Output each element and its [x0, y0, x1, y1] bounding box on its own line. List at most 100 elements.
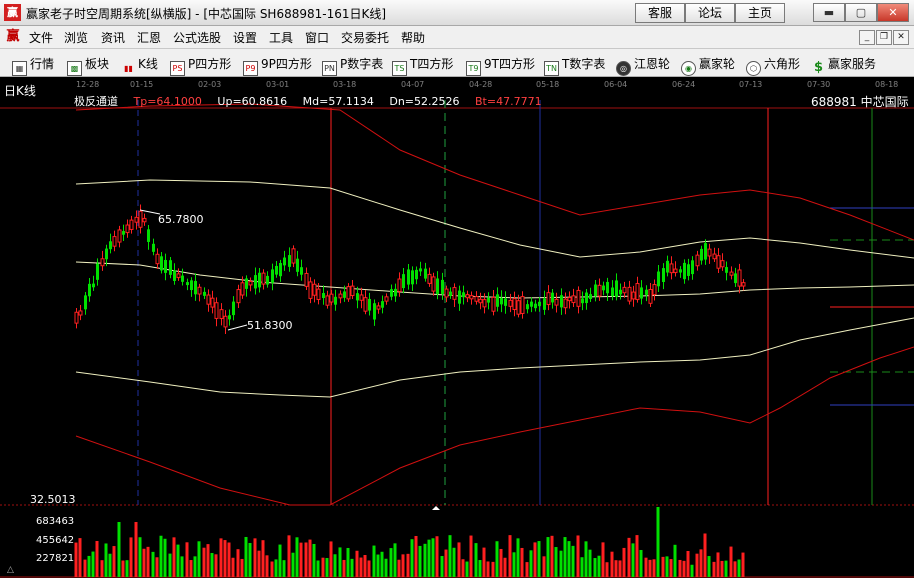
volume-bar: [142, 548, 146, 577]
date-tick: 06-04: [604, 80, 628, 89]
menu-browse[interactable]: 浏览: [64, 29, 88, 46]
candle-body: [520, 296, 525, 314]
menu-help[interactable]: 帮助: [401, 29, 425, 46]
tool-p-square-label: P四方形: [188, 57, 232, 71]
volume-bar: [478, 560, 482, 577]
candle-body: [181, 275, 184, 282]
scroll-up-icon[interactable]: △: [7, 565, 14, 575]
candle-body: [444, 288, 449, 298]
volume-bar: [206, 544, 210, 577]
candle-body: [737, 269, 742, 287]
mdi-minimize-icon[interactable]: _: [859, 30, 875, 45]
candle-body: [291, 248, 296, 264]
volume-bar: [231, 557, 235, 577]
volume-bar: [712, 561, 716, 577]
volume-bar: [185, 542, 189, 577]
candle-icon: ▮▮: [124, 64, 133, 73]
volume-bar: [384, 558, 388, 577]
tool-9t-square[interactable]: T9 9T四方形: [466, 55, 535, 76]
app-menu-icon[interactable]: 赢: [4, 28, 22, 46]
tool-t-number-table[interactable]: TN T数字表: [544, 55, 605, 76]
tool-p-number-table[interactable]: PN P数字表: [322, 55, 383, 76]
volume-bar: [321, 557, 325, 577]
winner-wheel-icon: ◉: [681, 61, 696, 76]
volume-bar: [444, 549, 448, 577]
candle-body: [606, 281, 609, 294]
candle-body: [88, 283, 91, 297]
candle-body: [500, 297, 503, 305]
candle-body: [152, 243, 155, 252]
menu-trade[interactable]: 交易委托: [341, 29, 389, 46]
tool-quotes[interactable]: ▦ 行情: [12, 55, 54, 76]
volume-bar: [214, 554, 218, 577]
candle-body: [356, 293, 359, 301]
candle-body: [407, 269, 410, 285]
candle-body: [602, 285, 605, 291]
tool-9p-square[interactable]: P9 9P四方形: [243, 55, 312, 76]
candle-body: [384, 296, 389, 302]
volume-bar: [418, 545, 422, 577]
forum-button[interactable]: 论坛: [685, 3, 735, 23]
candle-body: [160, 256, 163, 271]
volume-bar: [104, 543, 108, 577]
tool-kline[interactable]: ▮▮ K线: [122, 55, 158, 75]
date-tick: 07-30: [807, 80, 831, 89]
candle-body: [203, 291, 206, 296]
candle-body: [673, 268, 678, 274]
tn-icon: TN: [544, 61, 559, 76]
candle-body: [112, 236, 117, 247]
candle-body: [122, 231, 125, 235]
tool-gann-wheel[interactable]: ◎ 江恩轮: [616, 55, 670, 76]
volume-bar: [380, 551, 384, 577]
candle-body: [223, 315, 228, 328]
close-icon[interactable]: ✕: [877, 3, 909, 22]
menu-file[interactable]: 文件: [29, 29, 53, 46]
kline-chart[interactable]: [0, 77, 914, 578]
volume-bar: [461, 559, 465, 577]
tool-hexagon[interactable]: ⬡ 六角形: [746, 55, 800, 76]
tool-t-square[interactable]: TS T四方形: [392, 55, 453, 76]
minimize-icon[interactable]: ▬: [813, 3, 845, 22]
candle-body: [173, 270, 176, 281]
candle-body: [261, 272, 266, 285]
candle-body: [622, 286, 627, 294]
customer-service-button[interactable]: 客服: [635, 3, 685, 23]
volume-bar: [397, 559, 401, 577]
tool-winner-service[interactable]: $ 赢家服务: [812, 55, 876, 74]
volume-bar: [605, 562, 609, 577]
menu-huien[interactable]: 汇恩: [137, 29, 161, 46]
volume-bar: [87, 555, 91, 577]
menu-news[interactable]: 资讯: [101, 29, 125, 46]
candle-body: [611, 287, 614, 297]
volume-bar: [533, 542, 537, 577]
volume-bar: [138, 537, 142, 577]
volume-bar: [452, 547, 456, 577]
tool-winner-wheel[interactable]: ◉ 赢家轮: [681, 55, 735, 76]
volume-bars: [74, 507, 745, 577]
menu-tools[interactable]: 工具: [269, 29, 293, 46]
candle-body: [576, 289, 581, 307]
candle-body: [452, 287, 457, 300]
homepage-button[interactable]: 主页: [735, 3, 785, 23]
volume-bar: [563, 537, 567, 577]
candle-body: [411, 270, 414, 285]
candle-body: [627, 286, 632, 302]
app-icon: 赢: [4, 4, 21, 21]
candle-body: [248, 280, 253, 286]
volume-bar: [550, 535, 554, 577]
candle-body: [567, 297, 572, 302]
mdi-close-icon[interactable]: ✕: [893, 30, 909, 45]
volume-bar: [329, 541, 333, 577]
candle-body: [669, 263, 674, 274]
tool-p-square[interactable]: PS P四方形: [170, 55, 231, 76]
menu-formula-screener[interactable]: 公式选股: [173, 29, 221, 46]
tool-sectors[interactable]: ▩ 板块: [67, 55, 109, 76]
menu-window[interactable]: 窗口: [305, 29, 329, 46]
candle-body: [683, 262, 686, 280]
candle-body: [258, 272, 261, 288]
mdi-restore-icon[interactable]: ❐: [876, 30, 892, 45]
volume-bar: [299, 542, 303, 577]
maximize-icon[interactable]: ▢: [845, 3, 877, 22]
menu-settings[interactable]: 设置: [233, 29, 257, 46]
volume-bar: [724, 560, 728, 577]
